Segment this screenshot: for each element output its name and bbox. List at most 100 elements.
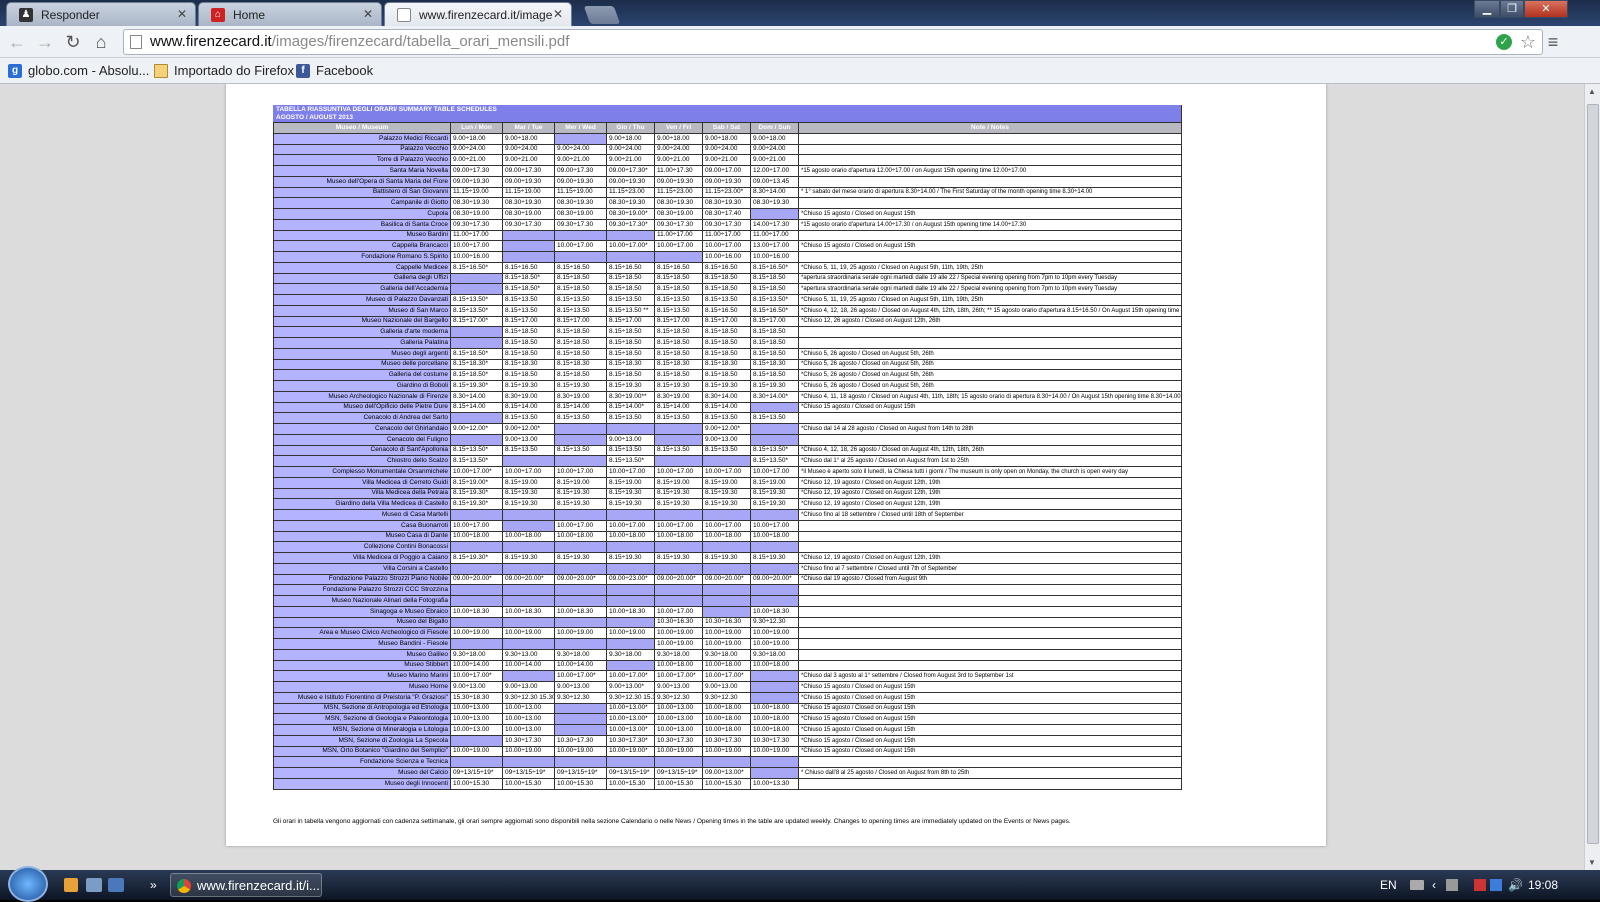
hours-cell: 8.15÷13.50 [702,294,751,306]
show-hidden-icon[interactable]: ‹ [1432,873,1436,897]
hours-cell [606,638,655,650]
hours-cell: 09.00÷17.30 [502,165,555,177]
hours-cell: 8.15÷19.30 [702,487,751,500]
table-row: Giardino della Villa Medicea di Castello… [273,498,1183,510]
hours-cell: 10.00÷13.00 [654,713,703,725]
hours-cell: 8.15÷13.50 [750,412,799,424]
hours-cell: 8.15÷13.50 [502,412,555,424]
hours-cell [554,251,607,263]
hours-cell: 10.30÷17.30 [654,734,703,747]
note-cell [797,659,1183,672]
back-icon[interactable]: ← [6,31,28,53]
hours-cell [450,734,503,747]
hours-cell: 10.00÷18.00 [702,724,751,736]
hours-cell: 8.15÷13.50 [606,444,655,457]
network-icon[interactable] [1490,879,1502,891]
reload-icon[interactable]: ↻ [62,31,84,53]
home-button-icon[interactable]: ⌂ [90,31,112,53]
forward-icon[interactable]: → [34,31,56,53]
scroll-thumb[interactable] [1587,104,1599,844]
close-tab-icon[interactable]: ✕ [363,7,373,21]
tray-icon[interactable] [1446,879,1458,891]
table-row: Campanile di Giotto 08.30÷19.30 08.30÷19.3… [273,197,1183,209]
hours-cell: 9.30÷18.00 [702,648,751,661]
tray-alert-icon[interactable] [1474,879,1486,891]
desktop-icon[interactable] [108,878,124,892]
hours-cell: 10.00÷13.30 [750,777,799,790]
hours-cell: 12.00÷17.00 [750,165,799,177]
star-icon[interactable]: ☆ [1520,30,1536,54]
hours-cell: 8.15÷18.50 [702,369,751,381]
hours-cell: 8.15÷18.50 [554,369,607,381]
hours-cell [654,433,703,446]
table-row: Museo Bardini 11.00÷17.00 11.00÷17.00 11.00… [273,229,1183,242]
hours-cell: 09.00÷20.00* [450,573,503,586]
taskbar-browser-item[interactable]: www.firenzecard.it/i... [170,873,322,897]
header-cell: Gio / Thu [606,122,655,134]
address-bar[interactable]: www.firenzecard.it/images/firenzecard/ta… [123,29,1543,55]
hours-cell: 09.30÷17.30 [502,218,555,231]
hours-cell: 8.15÷16.50 [502,261,555,274]
explorer-icon[interactable] [86,878,102,892]
maximize-button[interactable]: ❐ [1500,0,1524,18]
museum-name-cell: Torre di Palazzo Vecchio [273,154,451,166]
header-cell: Mer / Wed [554,122,607,134]
menu-icon[interactable]: ≡ [1542,31,1564,53]
hours-cell: 09.30÷17.30 [654,218,703,231]
hours-cell [654,562,703,575]
hours-cell: 9.30÷12.30 15.30÷18.30* [606,691,655,704]
hours-cell: 9.00÷24.00 [554,143,607,156]
bookmark-facebook[interactable]: f Facebook [296,62,373,80]
table-row: Collezione Contini Bonacossi [273,541,1183,553]
hours-cell [702,562,751,575]
start-button[interactable] [8,866,48,902]
tab-firenzecard[interactable]: www.firenzecard.it/image ✕ [384,2,572,26]
new-tab-button[interactable] [583,6,621,24]
table-row: Fondazione Palazzo Strozzi CCC Strozzina [273,584,1183,596]
chevron-icon[interactable]: » [150,873,157,897]
title-line-2: AGOSTO / AUGUST 2013 [276,114,353,121]
note-cell: *apertura straordinaria serale ogni mart… [797,272,1183,285]
tab-home[interactable]: ⌂ Home ✕ [198,2,382,26]
bookmark-folder-firefox[interactable]: Importado do Firefox [154,62,294,80]
hours-cell: 08.30÷19.00 [554,208,607,220]
hours-cell: 11.15÷19.00 [450,186,503,199]
hours-cell: 8.15÷18.50 [702,337,751,349]
taskbar: » www.firenzecard.it/i... EN ‹ 🔊 19:08 [0,866,1600,902]
volume-icon[interactable]: 🔊 [1508,873,1523,897]
media-player-icon[interactable] [64,878,78,892]
hours-cell: 10.00÷17.00 [702,519,751,532]
bookmark-globo[interactable]: g globo.com - Absolu... [8,62,149,80]
museum-name-cell: Cenacolo di Sant'Apollonia [273,444,451,457]
hours-cell: 10.00÷18.00 [750,724,799,736]
tab-responder[interactable]: ♟ Responder ✕ [6,2,196,26]
keyboard-icon[interactable] [1410,880,1424,890]
museum-name-cell: Museo Nazionale del Bargello [273,315,451,328]
scroll-down-icon[interactable]: ▼ [1588,858,1596,867]
museum-name-cell: Museo dell'Opera di Santa Maria del Fior… [273,175,451,188]
vertical-scrollbar[interactable]: ▲ ▼ [1584,84,1600,870]
hours-cell: 8.15÷18.50 [606,337,655,349]
table-row: MSN, Orto Botanico "Giardino dei Semplic… [273,745,1183,758]
minimize-button[interactable]: ▁ [1474,0,1500,18]
person-icon: ♟ [19,8,33,22]
header-cell: Museo / Museum [273,122,451,134]
hours-cell: 08.30÷19.00 [450,208,503,220]
clock[interactable]: 19:08 [1528,873,1558,897]
table-row: MSN, Sezione di Zoologia La Specola 10.30… [273,734,1183,747]
close-tab-icon[interactable]: ✕ [177,7,187,21]
hours-cell: 9.00÷21.00 [654,154,703,166]
hours-cell: 10.00÷13.00* [606,724,655,736]
hours-cell: 8.15÷17.00 [750,315,799,328]
hours-cell [654,509,703,521]
scroll-up-icon[interactable]: ▲ [1588,87,1596,96]
hours-cell: 8.15÷19.30 [702,552,751,564]
close-tab-icon[interactable]: ✕ [553,7,563,21]
hours-cell [554,455,607,467]
language-indicator[interactable]: EN [1380,873,1397,897]
hours-cell [554,509,607,521]
close-window-button[interactable]: ✕ [1524,0,1568,18]
hours-cell: 8.15÷13.50 ** [606,304,655,317]
verified-icon[interactable]: ✓ [1496,34,1512,50]
note-cell [797,638,1183,650]
